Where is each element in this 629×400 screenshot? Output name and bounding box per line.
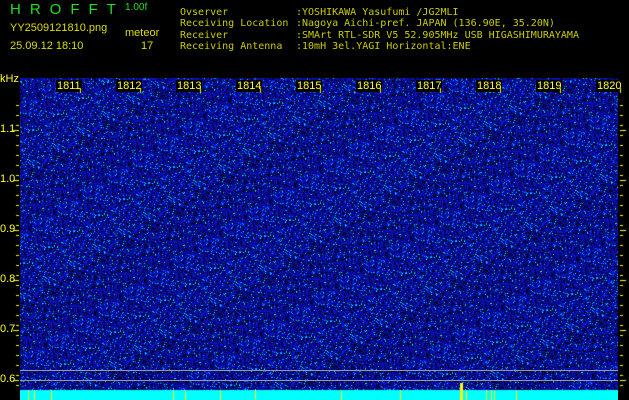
reference-line — [20, 370, 618, 371]
minute-label: 1814 — [236, 80, 263, 92]
y-tick-label: 1.1 — [0, 123, 16, 135]
meteor-count: 17 — [141, 40, 154, 52]
observer-value: :YOSHIKAWA Yasufumi /JG2MLI — [296, 7, 459, 18]
app-title: HROFFT — [10, 1, 125, 18]
y-tick-label: 0.9 — [0, 223, 16, 235]
location-label: Receiving Location — [180, 18, 289, 29]
minute-label: 1819 — [536, 80, 563, 92]
minute-label: 1811 — [56, 80, 82, 92]
receiver-value: :SMArt RTL-SDR V5 52.905MHz USB HIGASHIM… — [296, 30, 579, 41]
unit-label: kHz — [0, 73, 19, 85]
minute-label: 1813 — [176, 80, 203, 92]
minute-label: 1818 — [476, 80, 503, 92]
minute-label: 1817 — [416, 80, 443, 92]
minute-label: 1815 — [296, 80, 323, 92]
minute-label: 1812 — [116, 80, 143, 92]
filename: YY2509121810.png — [10, 22, 108, 34]
spectrogram — [20, 78, 618, 400]
reference-line — [20, 380, 618, 381]
y-tick-label: 1.0 — [0, 173, 16, 185]
minute-label: 1816 — [356, 80, 383, 92]
antenna-label: Receiving Antenna — [180, 41, 283, 52]
location-value: :Nagoya Aichi-pref. JAPAN (136.90E, 35.2… — [296, 18, 555, 29]
datetime: 25.09.12 18:10 — [10, 40, 84, 52]
y-tick-label: 0.8 — [0, 273, 16, 285]
receiver-label: Receiver — [180, 30, 229, 41]
antenna-value: :10mH 3el.YAGI Horizontal:ENE — [296, 41, 471, 52]
observer-label: Ovserver — [180, 7, 229, 18]
y-tick-label: 0.7 — [0, 323, 16, 335]
y-tick-label: 0.6 — [0, 373, 16, 385]
version: 1.00f — [125, 2, 148, 13]
meteor-label: meteor — [125, 27, 160, 39]
minute-label: 1820 — [596, 80, 623, 92]
